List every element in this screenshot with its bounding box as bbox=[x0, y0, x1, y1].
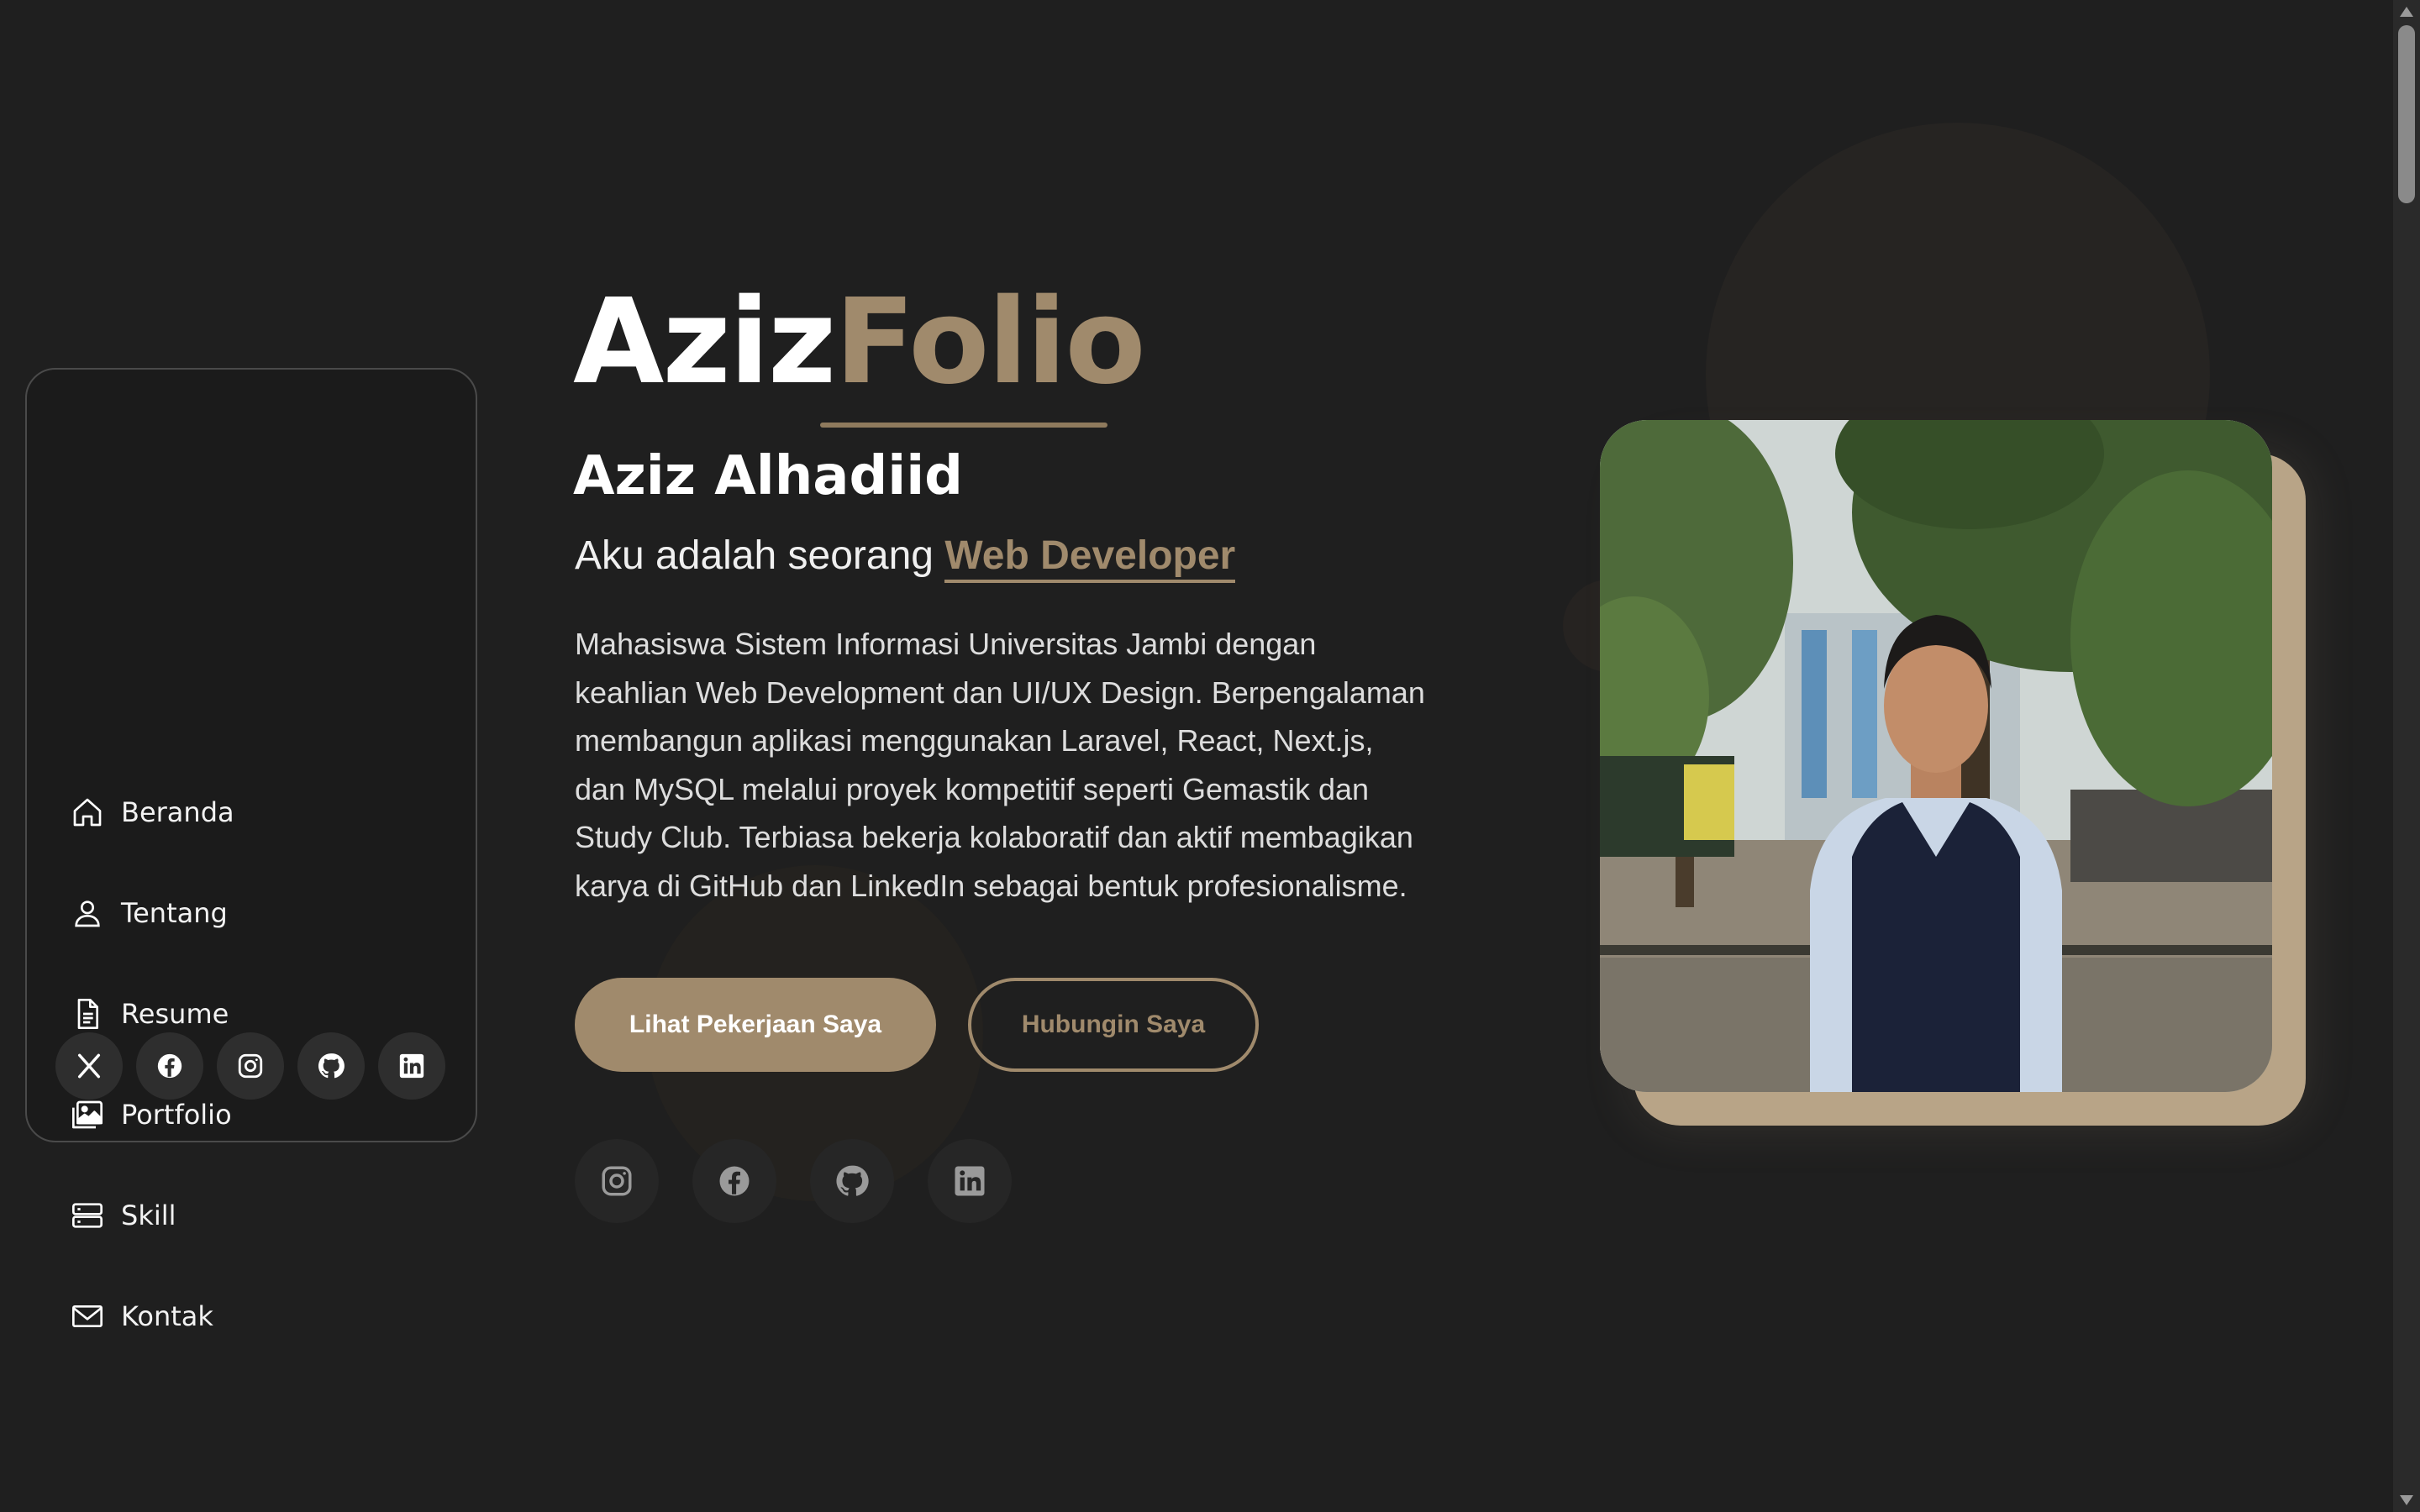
instagram-link[interactable] bbox=[217, 1032, 284, 1100]
sidebar-item-skill[interactable]: Skill bbox=[69, 1190, 176, 1241]
hero-tagline: Aku adalah seorang Web Developer bbox=[575, 533, 1236, 583]
sidebar-item-label: Resume bbox=[121, 998, 229, 1030]
sidebar-item-tentang[interactable]: Tentang bbox=[69, 888, 228, 938]
hero-social-links bbox=[575, 1139, 1012, 1223]
sidebar-item-kontak[interactable]: Kontak bbox=[69, 1291, 213, 1341]
scroll-thumb[interactable] bbox=[2398, 25, 2415, 203]
github-link[interactable] bbox=[810, 1139, 894, 1223]
github-icon bbox=[836, 1165, 869, 1196]
tagline-role: Web Developer bbox=[944, 533, 1236, 583]
facebook-link[interactable] bbox=[692, 1139, 776, 1223]
scroll-up-arrow-icon[interactable] bbox=[2400, 7, 2413, 17]
instagram-icon bbox=[602, 1166, 632, 1196]
hero-name: Aziz Alhadiid bbox=[573, 445, 963, 507]
image-icon bbox=[69, 1096, 106, 1133]
brand-part-2: Folio bbox=[834, 274, 1145, 411]
sidebar-item-label: Portfolio bbox=[121, 1099, 232, 1131]
sidebar-social-links bbox=[55, 1032, 445, 1100]
vertical-scrollbar[interactable] bbox=[2393, 0, 2420, 1512]
brand-logo: AzizFolio bbox=[573, 284, 1146, 402]
facebook-link[interactable] bbox=[136, 1032, 203, 1100]
view-work-button[interactable]: Lihat Pekerjaan Saya bbox=[575, 978, 936, 1072]
server-icon bbox=[69, 1197, 106, 1234]
x-icon bbox=[77, 1053, 101, 1079]
sidebar-nav: Beranda Tentang Resume Portfolio Skill K… bbox=[25, 368, 477, 1332]
github-icon bbox=[318, 1053, 345, 1079]
hero-bio: Mahasiswa Sistem Informasi Universitas J… bbox=[575, 627, 1425, 903]
sidebar-item-resume[interactable]: Resume bbox=[69, 989, 229, 1039]
profile-photo bbox=[1600, 420, 2272, 1092]
linkedin-icon bbox=[955, 1166, 985, 1196]
sidebar-item-label: Skill bbox=[121, 1200, 176, 1231]
home-icon bbox=[69, 794, 106, 831]
github-link[interactable] bbox=[297, 1032, 365, 1100]
instagram-icon bbox=[238, 1053, 263, 1079]
x-link[interactable] bbox=[55, 1032, 123, 1100]
facebook-icon bbox=[719, 1166, 750, 1196]
sidebar-item-label: Beranda bbox=[121, 796, 234, 828]
facebook-icon bbox=[157, 1053, 182, 1079]
brand-underline bbox=[820, 423, 1107, 428]
envelope-icon bbox=[69, 1298, 106, 1335]
sidebar-item-label: Kontak bbox=[121, 1300, 213, 1332]
document-icon bbox=[69, 995, 106, 1032]
page: Beranda Tentang Resume Portfolio Skill K… bbox=[0, 0, 2420, 1512]
instagram-link[interactable] bbox=[575, 1139, 659, 1223]
sidebar-item-label: Tentang bbox=[121, 897, 228, 929]
linkedin-link[interactable] bbox=[928, 1139, 1012, 1223]
sidebar-item-beranda[interactable]: Beranda bbox=[69, 787, 234, 837]
user-icon bbox=[69, 895, 106, 932]
contact-me-button[interactable]: Hubungin Saya bbox=[968, 978, 1259, 1072]
profile-photo-illustration bbox=[1600, 420, 2272, 1092]
tagline-prefix: Aku adalah seorang bbox=[575, 533, 945, 578]
scroll-down-arrow-icon[interactable] bbox=[2400, 1495, 2413, 1505]
linkedin-icon bbox=[399, 1053, 424, 1079]
brand-part-1: Aziz bbox=[573, 274, 836, 411]
linkedin-link[interactable] bbox=[378, 1032, 445, 1100]
